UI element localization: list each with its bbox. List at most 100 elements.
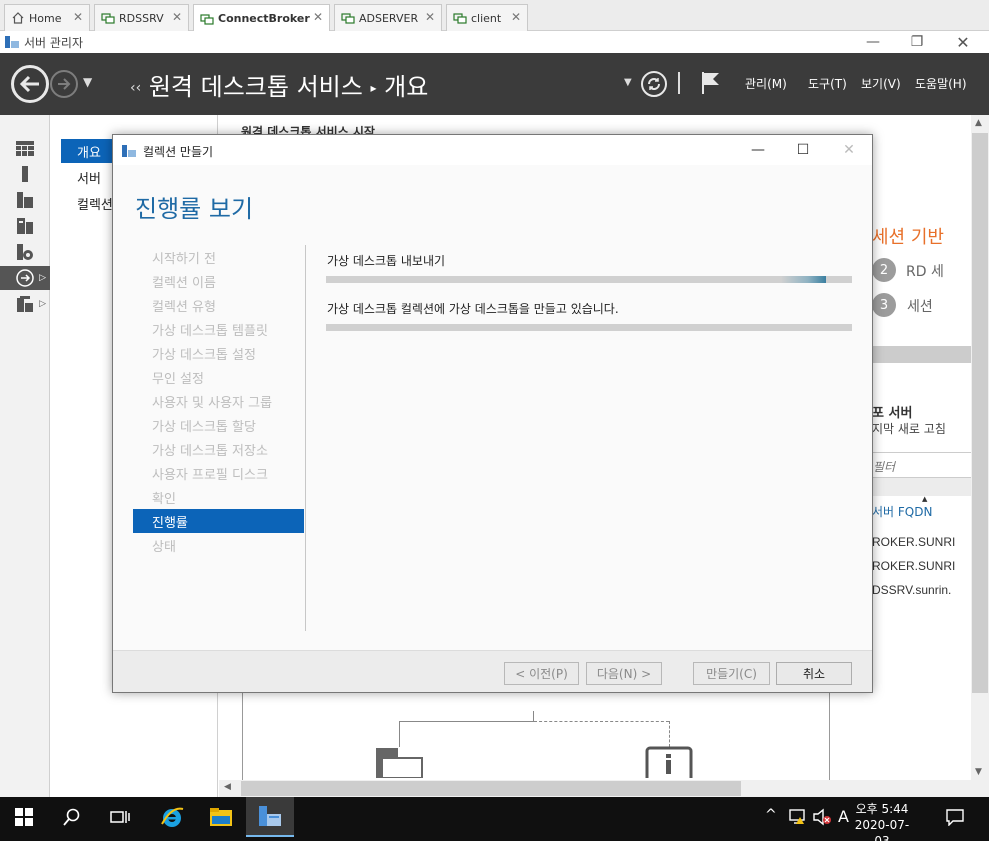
close-icon[interactable]: ✕ bbox=[172, 10, 182, 24]
file-explorer-button[interactable] bbox=[197, 797, 245, 837]
connector-line bbox=[399, 721, 534, 722]
tab-label: Home bbox=[29, 11, 62, 25]
close-icon[interactable]: ✕ bbox=[511, 10, 521, 24]
start-button[interactable] bbox=[0, 797, 48, 837]
dialog-title: 컬렉션 만들기 bbox=[143, 145, 214, 159]
wizard-step: 컬렉션 유형 bbox=[152, 299, 216, 315]
dialog-maximize-button[interactable]: ☐ bbox=[780, 138, 826, 162]
tab-client[interactable]: client ✕ bbox=[446, 4, 528, 31]
show-hidden-icons-icon[interactable]: ^ bbox=[765, 807, 777, 823]
scroll-up-icon[interactable]: ▲ bbox=[975, 118, 982, 128]
step-number-2: 2 bbox=[872, 258, 896, 282]
server-row[interactable]: ROKER.SUNRI bbox=[872, 535, 955, 549]
tab-label: ConnectBroker bbox=[218, 12, 310, 25]
vertical-scrollbar[interactable]: ▲ ▼ bbox=[971, 115, 989, 780]
step-label-3[interactable]: 세션 bbox=[907, 296, 933, 316]
dialog-minimize-button[interactable]: — bbox=[735, 138, 781, 162]
connector-line bbox=[399, 721, 400, 747]
server-role-icon bbox=[376, 748, 423, 778]
expand-arrow-icon[interactable]: ▷ bbox=[39, 273, 46, 283]
back-button[interactable] bbox=[11, 65, 49, 103]
windows-taskbar: ^ A 오후 5:44 2020-07-03 bbox=[0, 797, 989, 841]
window-title-bar: 서버 관리자 — ❐ ✕ bbox=[0, 31, 989, 53]
internet-explorer-button[interactable] bbox=[148, 797, 196, 837]
rail-wsus[interactable]: ▷ bbox=[0, 292, 50, 316]
filter-input[interactable]: 필터 bbox=[873, 458, 895, 475]
server-row[interactable]: DSSRV.sunrin. bbox=[872, 583, 951, 597]
sort-arrow-icon: ▲ bbox=[922, 495, 928, 503]
breadcrumb-prefix[interactable]: ‹‹ bbox=[130, 80, 141, 96]
wizard-step: 사용자 및 사용자 그룹 bbox=[152, 395, 273, 411]
rail-file-services[interactable] bbox=[0, 214, 50, 238]
wizard-step: 컬렉션 이름 bbox=[152, 275, 216, 291]
steps-divider bbox=[305, 245, 306, 631]
create-button[interactable]: 만들기(C) bbox=[693, 662, 770, 685]
next-button[interactable]: 다음(N) > bbox=[586, 662, 662, 685]
rail-dashboard[interactable] bbox=[0, 137, 50, 161]
wizard-step: 시작하기 전 bbox=[152, 251, 216, 267]
menu-help[interactable]: 도움말(H) bbox=[915, 75, 967, 92]
previous-button[interactable]: < 이전(P) bbox=[504, 662, 579, 685]
tab-label: RDSSRV bbox=[119, 11, 164, 25]
close-icon[interactable]: ✕ bbox=[73, 10, 83, 24]
tab-rdssrv[interactable]: RDSSRV ✕ bbox=[94, 4, 189, 31]
clock-date: 2020-07-03 bbox=[854, 818, 910, 841]
horizontal-scrollbar[interactable]: ◀ bbox=[219, 780, 989, 797]
scrollbar-thumb[interactable] bbox=[972, 133, 988, 693]
forward-button[interactable] bbox=[50, 70, 78, 98]
remote-desktop-icon bbox=[200, 13, 214, 25]
input-method-indicator[interactable]: A bbox=[838, 807, 849, 826]
scroll-left-icon[interactable]: ◀ bbox=[224, 782, 231, 792]
filter-box[interactable]: 필터 bbox=[865, 452, 971, 478]
close-icon[interactable]: ✕ bbox=[313, 10, 323, 24]
window-title: 서버 관리자 bbox=[24, 36, 84, 50]
server-manager-taskbar-button[interactable] bbox=[246, 797, 294, 837]
history-dropdown-icon[interactable]: ▼ bbox=[83, 75, 92, 89]
scrollbar-thumb[interactable] bbox=[241, 781, 741, 796]
rail-all-servers[interactable] bbox=[0, 188, 50, 212]
menu-view[interactable]: 보기(V) bbox=[861, 75, 901, 92]
menu-tools[interactable]: 도구(T) bbox=[808, 75, 847, 92]
close-icon[interactable]: ✕ bbox=[425, 10, 435, 24]
tab-home[interactable]: Home ✕ bbox=[4, 4, 90, 31]
column-header-fqdn[interactable]: 서버 FQDN bbox=[872, 503, 932, 520]
tab-connectbroker[interactable]: ConnectBroker ✕ bbox=[193, 4, 330, 32]
connector-line bbox=[534, 721, 669, 722]
remote-desktop-icon bbox=[453, 13, 467, 24]
dialog-title-bar: 컬렉션 만들기 — ☐ ✕ bbox=[113, 135, 872, 165]
wizard-step: 가상 데스크톱 할당 bbox=[152, 419, 256, 435]
wsus-icon bbox=[17, 296, 33, 312]
minimize-button[interactable]: — bbox=[850, 31, 896, 53]
cancel-button[interactable]: 취소 bbox=[776, 662, 852, 685]
scroll-down-icon[interactable]: ▼ bbox=[975, 767, 982, 777]
task-view-button[interactable] bbox=[96, 797, 144, 837]
deployment-servers-title: 포 서버 bbox=[872, 406, 913, 421]
taskbar-clock[interactable]: 오후 5:44 2020-07-03 bbox=[854, 801, 910, 841]
volume-muted-icon[interactable] bbox=[812, 808, 832, 826]
server-row[interactable]: ROKER.SUNRI bbox=[872, 559, 955, 573]
dialog-close-button[interactable]: ✕ bbox=[826, 138, 872, 162]
file-services-icon bbox=[17, 218, 33, 234]
menu-manage[interactable]: 관리(M) bbox=[745, 75, 787, 92]
notifications-flag-icon[interactable] bbox=[700, 70, 722, 96]
breadcrumb-root[interactable]: 원격 데스크톱 서비스 bbox=[149, 73, 363, 101]
internet-explorer-icon bbox=[161, 807, 184, 827]
rail-local-server[interactable] bbox=[0, 162, 50, 186]
close-window-button[interactable]: ✕ bbox=[940, 31, 986, 53]
rail-iis[interactable] bbox=[0, 240, 50, 264]
search-button[interactable] bbox=[48, 797, 96, 837]
action-center-icon[interactable] bbox=[945, 808, 965, 826]
network-warning-icon[interactable] bbox=[788, 808, 808, 826]
refresh-icon[interactable] bbox=[640, 70, 668, 98]
dialog-footer: < 이전(P) 다음(N) > 만들기(C) 취소 bbox=[113, 650, 872, 692]
last-refresh-text: 지막 새로 고침 bbox=[872, 422, 946, 436]
clock-time: 오후 5:44 bbox=[855, 802, 909, 816]
expand-arrow-icon[interactable]: ▷ bbox=[39, 299, 46, 309]
refresh-dropdown-icon[interactable]: ▼ bbox=[624, 77, 632, 88]
step-label-2[interactable]: RD 세 bbox=[906, 261, 944, 281]
tab-adserver[interactable]: ADSERVER ✕ bbox=[334, 4, 442, 31]
server-manager-icon bbox=[5, 36, 19, 48]
restore-button[interactable]: ❐ bbox=[894, 31, 940, 53]
rail-remote-desktop-services[interactable]: ▷ bbox=[0, 266, 50, 290]
task-view-icon bbox=[110, 811, 130, 823]
